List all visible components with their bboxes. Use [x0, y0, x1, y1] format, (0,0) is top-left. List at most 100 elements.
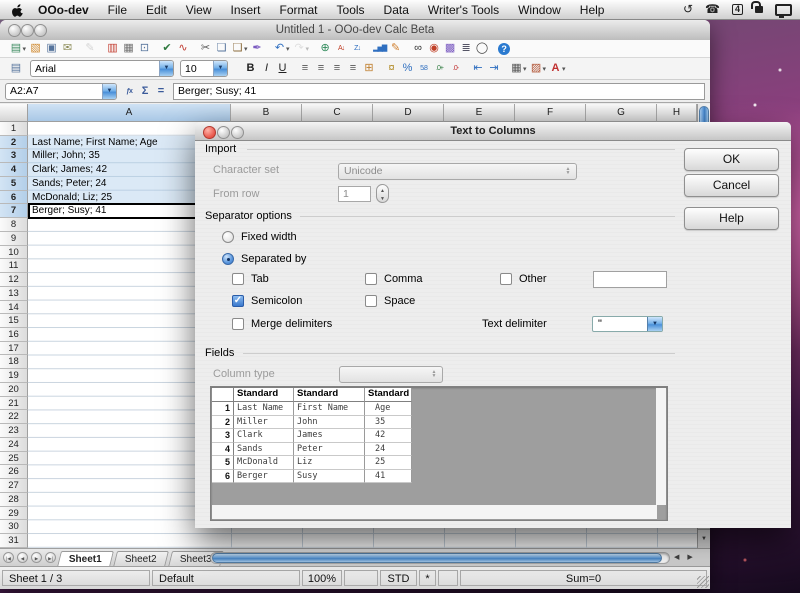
apple-menu[interactable]: [12, 3, 24, 17]
decrease-indent-icon[interactable]: ⇤: [472, 62, 485, 75]
align-right-icon[interactable]: ≡: [331, 62, 344, 75]
menu-format[interactable]: Format: [280, 3, 318, 17]
export-pdf-icon[interactable]: ▥: [106, 42, 119, 55]
row-header-2[interactable]: 2: [0, 136, 28, 150]
row-header-28[interactable]: 28: [0, 493, 28, 507]
horizontal-scroll-arrows[interactable]: ◀ ▶: [674, 553, 696, 561]
align-center-icon[interactable]: ≡: [315, 62, 328, 75]
align-left-icon[interactable]: ≡: [299, 62, 312, 75]
column-header-C[interactable]: C: [302, 104, 373, 122]
status-empty[interactable]: [438, 570, 458, 586]
window-title-bar[interactable]: Untitled 1 - OOo-dev Calc Beta: [0, 20, 710, 41]
equals-icon[interactable]: =: [155, 85, 168, 98]
show-draw-functions-icon[interactable]: ✎: [389, 42, 402, 55]
horizontal-scrollbar[interactable]: [210, 552, 670, 564]
save-document-icon[interactable]: ▣: [45, 42, 58, 55]
formula-input[interactable]: Berger; Susy; 41: [173, 83, 705, 100]
navigator-icon[interactable]: ◉: [428, 42, 441, 55]
cell-A7[interactable]: Berger; Susy; 41: [32, 204, 106, 218]
text-delimiter-dropdown-icon[interactable]: ▼: [647, 317, 662, 331]
help-icon[interactable]: ?: [498, 43, 510, 55]
menu-tools[interactable]: Tools: [337, 3, 365, 17]
row-header-22[interactable]: 22: [0, 410, 28, 424]
auto-spellcheck-icon[interactable]: ∿: [177, 42, 190, 55]
increase-indent-icon[interactable]: ⇥: [488, 62, 501, 75]
row-header-21[interactable]: 21: [0, 397, 28, 411]
row-header-14[interactable]: 14: [0, 301, 28, 315]
semicolon-checkbox[interactable]: ✓: [232, 295, 244, 307]
column-header-B[interactable]: B: [231, 104, 302, 122]
menu-window[interactable]: Window: [518, 3, 561, 17]
merge-cells-icon[interactable]: ⊞: [363, 62, 376, 75]
sort-descending-icon[interactable]: Z↓: [351, 42, 364, 55]
print-icon[interactable]: ▦: [122, 42, 135, 55]
row-header-12[interactable]: 12: [0, 273, 28, 287]
row-header-1[interactable]: 1: [0, 122, 28, 136]
comma-checkbox[interactable]: ✓: [365, 273, 377, 285]
background-color-dropdown-icon[interactable]: ▾: [543, 65, 547, 73]
horizontal-scrollbar-thumb[interactable]: [212, 553, 662, 563]
column-header-G[interactable]: G: [586, 104, 657, 122]
underline-icon[interactable]: U: [276, 62, 289, 75]
separated-by-radio[interactable]: [222, 253, 234, 265]
first-sheet-button[interactable]: |◀: [3, 552, 14, 563]
column-header-D[interactable]: D: [373, 104, 444, 122]
close-window-button[interactable]: [8, 24, 21, 37]
add-decimal-place-icon[interactable]: .0+: [433, 62, 446, 75]
row-header-23[interactable]: 23: [0, 424, 28, 438]
cell-A5[interactable]: Sands; Peter; 24: [32, 177, 107, 191]
sheet-tab-sheet1[interactable]: Sheet1: [57, 551, 114, 567]
row-header-5[interactable]: 5: [0, 177, 28, 191]
insert-chart-icon[interactable]: ▂▅▇: [373, 42, 386, 55]
status-zoom[interactable]: 100%: [302, 570, 342, 586]
lock-open-icon[interactable]: [755, 6, 763, 13]
spaces-icon[interactable]: 4: [732, 4, 743, 15]
zoom-icon[interactable]: ◯: [476, 42, 489, 55]
borders-icon[interactable]: ▦▾: [510, 62, 527, 75]
preview-column-header-2[interactable]: Standard: [294, 388, 365, 402]
edit-file-icon[interactable]: ✎: [84, 42, 97, 55]
row-header-13[interactable]: 13: [0, 287, 28, 301]
preview-horizontal-scrollbar[interactable]: [212, 505, 657, 519]
status-sheet-position[interactable]: Sheet 1 / 3: [2, 570, 150, 586]
menu-help[interactable]: Help: [580, 3, 605, 17]
menu-edit[interactable]: Edit: [146, 3, 167, 17]
row-header-30[interactable]: 30: [0, 520, 28, 534]
number-format-percent-icon[interactable]: %: [401, 62, 414, 75]
function-wizard-icon[interactable]: ƒx: [123, 85, 136, 98]
other-separator-input[interactable]: [593, 271, 667, 288]
dialog-title-bar[interactable]: Text to Columns: [195, 122, 791, 141]
status-selection-mode[interactable]: STD: [380, 570, 417, 586]
row-header-15[interactable]: 15: [0, 314, 28, 328]
column-header-A[interactable]: A: [28, 104, 231, 122]
tab-checkbox[interactable]: ✓: [232, 273, 244, 285]
find-replace-icon[interactable]: ∞: [412, 42, 425, 55]
name-box-dropdown-icon[interactable]: ▼: [102, 84, 116, 99]
cell-A6[interactable]: McDonald; Liz; 25: [32, 191, 112, 205]
dialog-close-button[interactable]: [203, 126, 216, 139]
row-header-10[interactable]: 10: [0, 246, 28, 260]
row-header-3[interactable]: 3: [0, 149, 28, 163]
previous-sheet-button[interactable]: ◀: [17, 552, 28, 563]
cell-A2[interactable]: Last Name; First Name; Age: [32, 136, 158, 150]
row-header-18[interactable]: 18: [0, 355, 28, 369]
font-color-dropdown-icon[interactable]: ▾: [562, 65, 566, 73]
menu-writer-s-tools[interactable]: Writer's Tools: [428, 3, 499, 17]
row-header-20[interactable]: 20: [0, 383, 28, 397]
select-all-corner[interactable]: [0, 104, 28, 122]
status-sum[interactable]: Sum=0: [460, 570, 707, 586]
ok-button[interactable]: OK: [684, 148, 779, 171]
number-format-standard-icon[interactable]: 5.8: [417, 62, 430, 75]
last-sheet-button[interactable]: ▶|: [45, 552, 56, 563]
hyperlink-icon[interactable]: ⊕: [319, 42, 332, 55]
time-machine-icon[interactable]: ↺: [683, 0, 693, 19]
sum-icon[interactable]: Σ: [139, 85, 152, 98]
borders-dropdown-icon[interactable]: ▾: [523, 65, 527, 73]
row-header-6[interactable]: 6: [0, 191, 28, 205]
help-button[interactable]: Help: [684, 207, 779, 230]
gallery-icon[interactable]: ▩: [444, 42, 457, 55]
scroll-down-icon[interactable]: ▼: [698, 529, 710, 548]
text-delimiter-combo[interactable]: " ▼: [592, 316, 663, 332]
row-header-16[interactable]: 16: [0, 328, 28, 342]
cell-A4[interactable]: Clark; James; 42: [32, 163, 107, 177]
